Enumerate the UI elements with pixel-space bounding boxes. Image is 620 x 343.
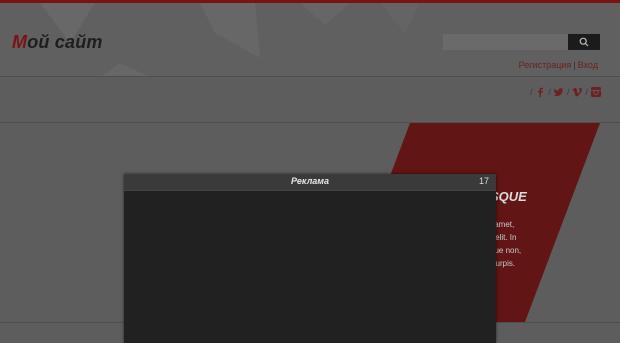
logo-first-letter: М [12, 32, 28, 52]
site-logo[interactable]: Мой сайт [12, 32, 103, 53]
ad-modal-header: Реклама 17 [124, 174, 496, 191]
auth-links: Регистрация | Вход [519, 60, 598, 70]
social-separator: / [566, 87, 570, 97]
social-links: / / / / [530, 86, 602, 98]
login-link[interactable]: Вход [578, 60, 598, 70]
search-input[interactable] [443, 34, 568, 50]
social-separator: / [529, 87, 533, 97]
ad-modal-title: Реклама [291, 176, 329, 186]
twitter-icon[interactable] [553, 86, 565, 98]
ad-content-area[interactable] [124, 191, 496, 343]
nav-divider [0, 122, 620, 123]
facebook-icon[interactable] [534, 86, 546, 98]
ad-modal: Реклама 17 [124, 174, 496, 343]
vimeo-icon[interactable] [571, 86, 583, 98]
auth-separator: | [573, 60, 576, 70]
search-button[interactable] [568, 34, 600, 50]
header-divider [0, 76, 620, 77]
search-form [443, 34, 600, 50]
instagram-icon[interactable] [590, 86, 602, 98]
ad-countdown: 17 [478, 176, 489, 186]
search-icon [579, 37, 589, 47]
social-separator: / [548, 87, 551, 97]
logo-text: ой сайт [27, 32, 103, 52]
register-link[interactable]: Регистрация [519, 60, 572, 70]
social-separator: / [585, 87, 588, 97]
site-header: Мой сайт Регистрация | Вход [0, 3, 620, 77]
